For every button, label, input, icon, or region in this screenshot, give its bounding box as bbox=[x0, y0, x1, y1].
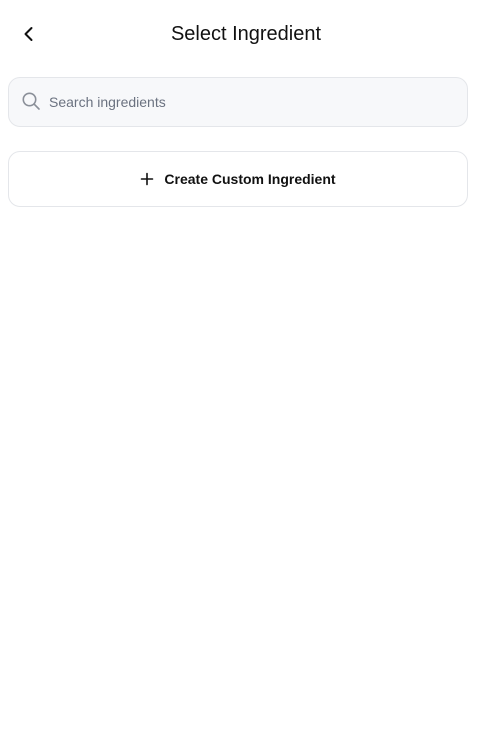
search-box[interactable] bbox=[8, 77, 468, 127]
plus-icon bbox=[141, 172, 154, 186]
search-input[interactable] bbox=[49, 78, 455, 126]
select-ingredient-screen: Select Ingredient Create Custom Ingredie… bbox=[0, 0, 477, 738]
create-custom-ingredient-label: Create Custom Ingredient bbox=[164, 171, 336, 187]
header: Select Ingredient bbox=[0, 0, 477, 68]
search-icon bbox=[22, 92, 40, 110]
create-custom-ingredient-button[interactable]: Create Custom Ingredient bbox=[8, 151, 468, 207]
page-title: Select Ingredient bbox=[170, 23, 322, 45]
